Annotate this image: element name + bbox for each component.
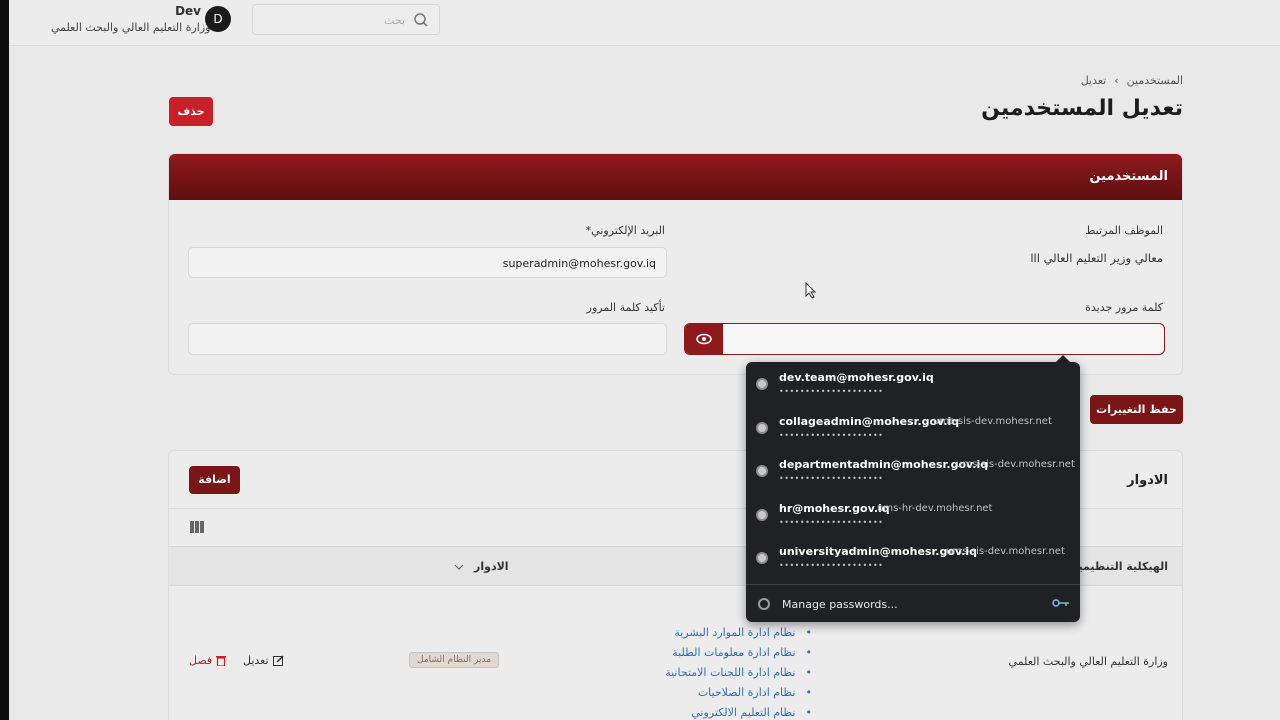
globe-icon [756,552,768,564]
confirm-password-field[interactable] [188,323,667,355]
user-organization: وزارة التعليم العالي والبحث العلمي [51,21,211,34]
chevron-left-icon: › [1114,74,1119,87]
show-password-button[interactable] [685,324,723,354]
globe-icon [756,422,768,434]
roles-title: الادوار [1127,473,1168,488]
email-value: superadmin@mohesr.gov.iq [502,257,656,270]
masked-password: •••••••••••••••••••• [779,431,884,440]
avatar[interactable]: D [205,6,231,32]
trash-icon [216,656,227,666]
saved-password-item[interactable]: departmentadmin@mohesr.gov.iq ums-sis-de… [746,449,1080,492]
chrome-icon [758,598,770,610]
saved-password-item[interactable]: hr@mohesr.gov.iq ums-hr-dev.mohesr.net •… [746,493,1080,536]
search-icon [414,13,428,27]
system-item[interactable]: نظام ادارة اللجنات الامتحانية [665,663,812,683]
system-item[interactable]: نظام ادارة معلومات الطلبة [665,643,812,663]
eye-icon [696,333,712,345]
column-header-org[interactable]: الهيكلية التنظيمية [1072,560,1168,573]
masked-password: •••••••••••••••••••• [779,561,884,570]
user-card-title: المستخدمين [1089,169,1168,184]
search-box[interactable] [252,4,440,35]
saved-username: dev.team@mohesr.gov.iq [779,371,934,384]
search-input[interactable] [285,11,405,29]
globe-icon [756,378,768,390]
user-card: المستخدمين الموظف المرتبط معالي وزير الت… [168,153,1183,375]
linked-employee-label: الموظف المرتبط [1085,224,1163,237]
remove-role-button[interactable]: فصل [189,654,227,667]
confirm-password-label: تأكيد كلمة المرور [586,301,665,314]
email-field[interactable]: superadmin@mohesr.gov.iq [188,247,667,278]
saved-site: ums-hr-dev.mohesr.net [877,503,993,514]
columns-icon[interactable] [190,521,204,533]
saved-password-item[interactable]: universityadmin@mohesr.gov.iq ums-sis-de… [746,536,1080,579]
globe-icon [756,509,768,521]
row-org: وزارة التعليم العالي والبحث العلمي [1008,655,1168,668]
column-header-roles[interactable]: الادوار [474,560,509,573]
saved-username: hr@mohesr.gov.iq [779,502,890,515]
saved-site: ums-sis-dev.mohesr.net [933,416,1052,427]
masked-password: •••••••••••••••••••• [779,474,884,483]
system-item[interactable]: نظام ادارة الموارد البشرية [665,623,812,643]
mouse-cursor-icon [805,282,817,299]
key-icon [1052,599,1069,607]
new-password-label: كلمة مرور جديدة [1085,301,1163,314]
chevron-down-icon[interactable] [454,564,464,570]
user-info[interactable]: Dev وزارة التعليم العالي والبحث العلمي [51,4,211,34]
system-item[interactable]: نظام التعليم الالكتروني [665,703,812,720]
saved-password-item[interactable]: collageadmin@mohesr.gov.iq ums-sis-dev.m… [746,406,1080,449]
masked-password: •••••••••••••••••••• [779,387,884,396]
email-label: البريد الإلكتروني* [585,224,665,237]
edit-label: تعديل [243,654,269,667]
saved-site: ums-sis-dev.mohesr.net [946,546,1065,557]
globe-icon [756,465,768,477]
breadcrumb: المستخدمين › تعديل [1081,74,1183,87]
remove-label: فصل [189,654,213,667]
edit-icon [272,655,284,666]
new-password-field[interactable] [684,323,1165,355]
role-badge: مدير النظام الشامل [409,652,500,668]
add-role-button[interactable]: اضافة [189,466,240,494]
user-card-header: المستخدمين [169,154,1182,200]
breadcrumb-current: تعديل [1080,74,1107,87]
manage-passwords-link[interactable]: Manage passwords... [782,598,898,611]
breadcrumb-parent[interactable]: المستخدمين [1127,74,1183,87]
user-name: Dev [175,4,201,18]
top-bar: Dev وزارة التعليم العالي والبحث العلمي D [9,0,1280,46]
save-changes-button[interactable]: حفظ التغييرات [1090,395,1183,424]
popup-divider [746,584,1080,585]
page-title: تعديل المستخدمين [981,96,1183,121]
masked-password: •••••••••••••••••••• [779,518,884,527]
edit-role-button[interactable]: تعديل [243,654,284,667]
saved-password-item[interactable]: dev.team@mohesr.gov.iq •••••••••••••••••… [746,362,1080,405]
password-autofill-popup: dev.team@mohesr.gov.iq •••••••••••••••••… [746,362,1080,622]
window-edge [0,0,9,720]
delete-button[interactable]: حذف [169,97,213,126]
linked-employee-value: معالي وزير التعليم العالي ااا [1030,251,1163,265]
system-item[interactable]: نظام ادارة الصلاحيات [665,683,812,703]
saved-site: ums-sis-dev.mohesr.net [956,459,1075,470]
